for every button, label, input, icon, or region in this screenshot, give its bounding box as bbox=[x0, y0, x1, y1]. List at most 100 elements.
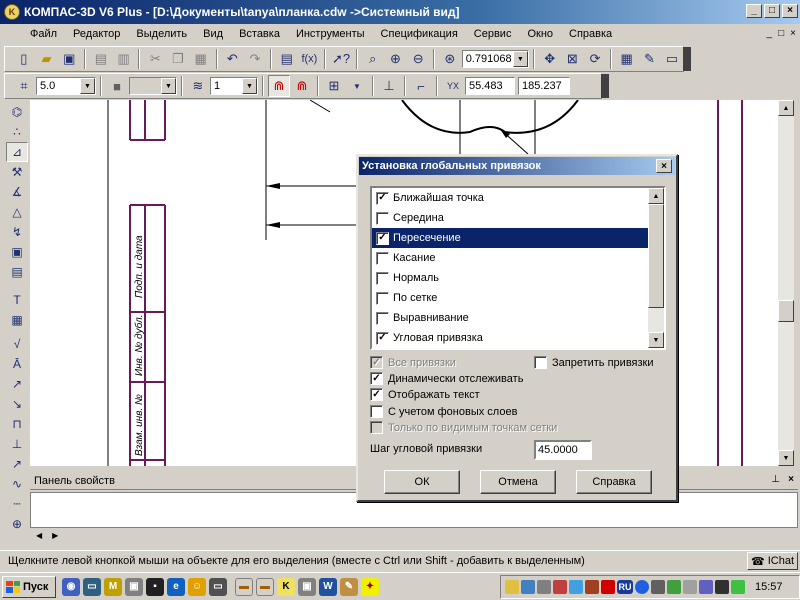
tray-icon-10[interactable] bbox=[683, 580, 697, 594]
scroll-down-icon[interactable]: ▼ bbox=[648, 332, 664, 348]
local-cs-icon[interactable]: ⊥ bbox=[378, 75, 400, 97]
show-text-option[interactable]: ✓ Отображать текст bbox=[370, 388, 480, 401]
media-icon[interactable]: M bbox=[104, 577, 122, 596]
scroll-left-icon[interactable]: ◀ bbox=[36, 531, 42, 540]
layer-combo[interactable]: 1 ▼ bbox=[210, 77, 258, 95]
language-indicator[interactable]: RU bbox=[617, 580, 633, 594]
tray-icon-8[interactable] bbox=[651, 580, 665, 594]
angle-step-input[interactable]: 45.0000 bbox=[534, 440, 592, 460]
help-button[interactable]: Справка bbox=[576, 470, 652, 494]
color-icon[interactable]: ■ bbox=[106, 75, 128, 97]
paste-icon[interactable]: ▦ bbox=[190, 48, 212, 70]
browser-icon[interactable]: ◉ bbox=[62, 577, 80, 596]
cut-line-icon[interactable]: ⊓ bbox=[6, 414, 28, 434]
task-app-icon[interactable]: ▣ bbox=[298, 577, 316, 596]
table-icon[interactable]: ▦ bbox=[6, 310, 28, 330]
tray-icon-3[interactable] bbox=[537, 580, 551, 594]
tray-icon-k[interactable] bbox=[601, 580, 615, 594]
tray-icon-2[interactable] bbox=[521, 580, 535, 594]
snaps-listbox[interactable]: ✓ Ближайшая точка Середина ✓ Пересечение… bbox=[370, 186, 666, 350]
task-folder2-icon[interactable]: ▬ bbox=[256, 577, 274, 596]
snap-checkbox-grid[interactable] bbox=[376, 291, 389, 305]
task-folder-icon[interactable]: ▬ bbox=[235, 577, 253, 596]
manager-icon[interactable]: ▤ bbox=[276, 48, 298, 70]
zoom-scale-icon[interactable]: ⊛ bbox=[439, 48, 461, 70]
function-icon[interactable]: f(x) bbox=[299, 48, 321, 70]
menu-specification[interactable]: Спецификация bbox=[373, 28, 466, 40]
minimize-button[interactable]: _ bbox=[746, 4, 762, 18]
redo-icon[interactable]: ↷ bbox=[244, 48, 266, 70]
ok-button[interactable]: ОК bbox=[384, 470, 460, 494]
properties-icon[interactable]: ▦ bbox=[616, 48, 638, 70]
coord-x-field[interactable]: 55.483 bbox=[465, 77, 515, 95]
axis-line-icon[interactable]: ┄ bbox=[6, 494, 28, 514]
snap-checkbox-tangent[interactable] bbox=[376, 251, 389, 265]
explorer-icon[interactable]: ▭ bbox=[83, 577, 101, 596]
messenger-icon[interactable]: ☺ bbox=[188, 577, 206, 596]
position-icon[interactable]: ↗ bbox=[6, 454, 28, 474]
associative-view-icon[interactable]: ▣ bbox=[6, 242, 28, 262]
cut-icon[interactable]: ✂ bbox=[144, 48, 166, 70]
geometry-icon[interactable]: ⌬ bbox=[6, 102, 28, 122]
zoom-in-icon[interactable]: ⊕ bbox=[385, 48, 407, 70]
local-snap-icon[interactable]: ⋒ bbox=[291, 75, 313, 97]
task-kompas-icon[interactable]: K bbox=[277, 577, 295, 596]
chevron-down-icon[interactable]: ▼ bbox=[242, 78, 257, 94]
points-icon[interactable]: ∴ bbox=[6, 122, 28, 142]
doc-minimize-button[interactable]: _ bbox=[767, 28, 773, 39]
measure-icon[interactable]: △ bbox=[6, 202, 28, 222]
coord-y-field[interactable]: 185.237 bbox=[518, 77, 570, 95]
menu-service[interactable]: Сервис bbox=[466, 28, 520, 40]
grid-icon[interactable]: ⊞ bbox=[323, 75, 345, 97]
copy-icon[interactable]: ❐ bbox=[167, 48, 189, 70]
snap-checkbox-angle[interactable]: ✓ bbox=[376, 331, 389, 345]
snap-item-grid[interactable]: По сетке bbox=[372, 288, 648, 308]
background-layers-checkbox[interactable] bbox=[370, 405, 383, 418]
snap-checkbox-middle[interactable] bbox=[376, 211, 389, 225]
chevron-down-icon[interactable]: ▼ bbox=[80, 78, 95, 94]
new-document-icon[interactable]: ▯ bbox=[13, 48, 35, 70]
print-preview-icon[interactable]: ▥ bbox=[113, 48, 135, 70]
menu-select[interactable]: Выделить bbox=[128, 28, 195, 40]
tray-icon-9[interactable] bbox=[667, 580, 681, 594]
show-text-checkbox[interactable]: ✓ bbox=[370, 388, 383, 401]
save-icon[interactable]: ▣ bbox=[58, 48, 80, 70]
clock[interactable]: 15:57 bbox=[755, 581, 795, 593]
snap-item-normal[interactable]: Нормаль bbox=[372, 268, 648, 288]
menu-tools[interactable]: Инструменты bbox=[288, 28, 373, 40]
menu-file[interactable]: Файл bbox=[10, 28, 65, 40]
datum-icon[interactable]: Ā bbox=[6, 354, 28, 374]
forbid-snaps-option[interactable]: Запретить привязки bbox=[534, 356, 654, 369]
kompas-app-icon[interactable]: K bbox=[4, 4, 20, 20]
app-icon[interactable]: ▣ bbox=[125, 577, 143, 596]
menu-window[interactable]: Окно bbox=[519, 28, 561, 40]
doc-restore-button[interactable]: □ bbox=[778, 28, 784, 39]
chevron-down-icon[interactable]: ▼ bbox=[512, 51, 528, 67]
monitor-icon[interactable]: ▭ bbox=[209, 577, 227, 596]
tray-icon-4[interactable] bbox=[553, 580, 567, 594]
tray-icon-6[interactable] bbox=[585, 580, 599, 594]
scroll-thumb[interactable] bbox=[778, 300, 794, 322]
task-highlight-icon[interactable]: ✦ bbox=[361, 577, 379, 596]
snap-checkbox-alignment[interactable] bbox=[376, 311, 389, 325]
dimensions-icon[interactable]: ⊿ bbox=[6, 142, 28, 162]
scroll-thumb[interactable] bbox=[648, 204, 664, 308]
leader-icon[interactable]: ↗ bbox=[6, 374, 28, 394]
background-layers-option[interactable]: С учетом фоновых слоев bbox=[370, 405, 517, 418]
internet-explorer-icon[interactable]: e bbox=[167, 577, 185, 596]
dynamic-tracking-option[interactable]: ✓ Динамически отслеживать bbox=[370, 372, 523, 385]
snap-item-middle[interactable]: Середина bbox=[372, 208, 648, 228]
zoom-icon[interactable]: ⌕ bbox=[362, 48, 384, 70]
arrow-view-icon[interactable]: ↘ bbox=[6, 394, 28, 414]
zoom-combo[interactable]: 0.791068 ▼ bbox=[461, 50, 529, 68]
snap-checkbox-intersection[interactable]: ✓ bbox=[376, 231, 389, 245]
menu-view[interactable]: Вид bbox=[195, 28, 231, 40]
pan-icon[interactable]: ✥ bbox=[539, 48, 561, 70]
layers-icon[interactable]: ≋ bbox=[187, 75, 209, 97]
scroll-up-icon[interactable]: ▲ bbox=[648, 188, 664, 204]
help-pointer-icon[interactable]: ➚? bbox=[330, 48, 352, 70]
menu-help[interactable]: Справка bbox=[561, 28, 620, 40]
text-icon[interactable]: T bbox=[6, 290, 28, 310]
roughness-icon[interactable]: √ bbox=[6, 334, 28, 354]
canvas-vertical-scrollbar[interactable]: ▲ ▼ bbox=[778, 100, 794, 466]
